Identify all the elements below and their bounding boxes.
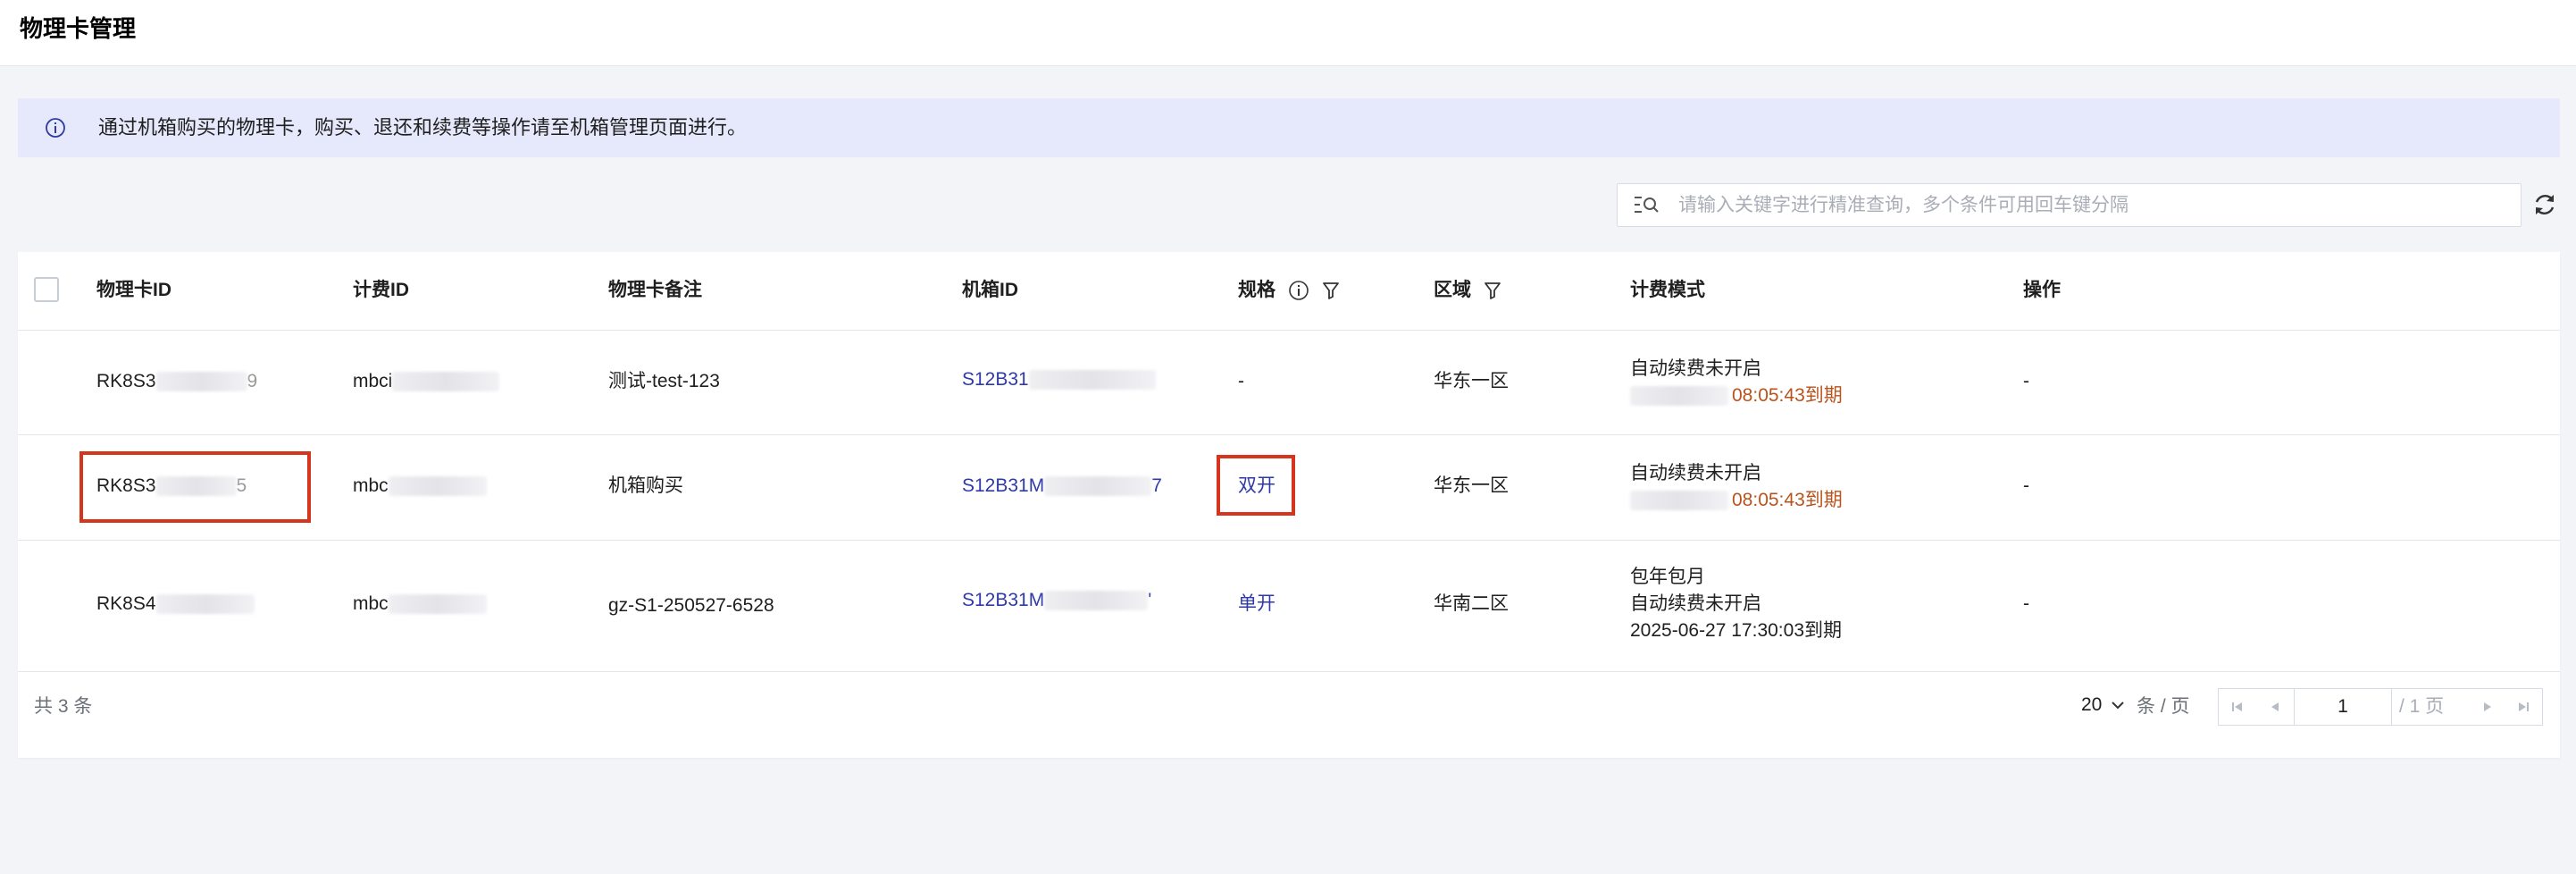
redacted-mask xyxy=(388,476,487,497)
billing-mode-line0: 包年包月 xyxy=(1630,567,1705,587)
info-icon xyxy=(46,118,65,138)
card-table: 物理卡ID 计费ID 物理卡备注 机箱ID 规格 区域 计费模式 操作 RK8S xyxy=(18,252,2560,758)
header-billing-id: 计费ID xyxy=(353,280,409,300)
search-filter-icon xyxy=(1635,197,1659,213)
card-id-tail: 9 xyxy=(247,371,258,391)
region: 华东一区 xyxy=(1434,371,1509,391)
header-action: 操作 xyxy=(2023,280,2061,300)
page-size-select[interactable]: 20 xyxy=(2081,692,2125,719)
page-size-value: 20 xyxy=(2081,694,2103,715)
last-page-icon xyxy=(2519,702,2529,711)
spec: - xyxy=(1238,371,1244,391)
redacted-mask xyxy=(155,594,255,615)
action: - xyxy=(2023,475,2029,496)
prev-page-button[interactable] xyxy=(2256,689,2294,725)
region: 华南二区 xyxy=(1434,593,1509,614)
total-count: 共 3 条 xyxy=(34,696,93,717)
next-page-icon xyxy=(2484,702,2491,711)
region: 华东一区 xyxy=(1434,475,1509,496)
redacted-mask xyxy=(1044,591,1149,611)
redacted-mask xyxy=(155,372,247,392)
billing-id-cell: mbc xyxy=(353,591,487,618)
chassis-id-tail: 7 xyxy=(1151,475,1162,496)
card-id: RK8S3 xyxy=(96,371,156,391)
highlight-box-spec xyxy=(1217,455,1295,516)
chassis-id-cell: S12B31M ' xyxy=(962,587,1151,614)
remark: 测试-test-123 xyxy=(608,371,720,391)
last-page-button[interactable] xyxy=(2505,689,2542,725)
search-box[interactable] xyxy=(1617,183,2522,227)
header-chassis-id: 机箱ID xyxy=(962,280,1018,300)
chassis-id-link[interactable]: S12B31M xyxy=(962,475,1044,496)
header-region-cell: 区域 xyxy=(1434,277,1501,304)
billing-mode-line1: 自动续费未开启 xyxy=(1630,358,1761,379)
select-all-checkbox[interactable] xyxy=(34,277,59,302)
billing-mode-line1: 自动续费未开启 xyxy=(1630,463,1761,483)
chassis-id-tail: ' xyxy=(1148,590,1152,610)
refresh-icon[interactable] xyxy=(2531,191,2558,218)
first-page-button[interactable] xyxy=(2219,689,2256,725)
table-row: RK8S3 5 mbc 机箱购买 S12B31M 7 双开 华东一区 自动续费未开启… xyxy=(18,435,2560,541)
page-title: 物理卡管理 xyxy=(20,15,137,42)
header-region: 区域 xyxy=(1434,280,1471,300)
header-spec-cell: 规格 xyxy=(1238,277,1340,304)
redacted-mask xyxy=(1028,370,1156,391)
page-number-input[interactable] xyxy=(2294,689,2392,725)
card-id: RK8S4 xyxy=(96,593,156,614)
chassis-id-cell: S12B31M 7 xyxy=(962,473,1162,500)
billing-id-cell: mbc xyxy=(353,473,487,500)
filter-icon[interactable] xyxy=(1484,281,1501,300)
header-spec: 规格 xyxy=(1238,280,1275,300)
first-page-icon xyxy=(2232,702,2242,711)
total-pages: / 1 页 xyxy=(2399,696,2445,717)
search-input[interactable] xyxy=(1678,189,2500,222)
header-remark: 物理卡备注 xyxy=(608,280,702,300)
billing-mode-line2-cell: 08:05:43到期 xyxy=(1630,382,1843,409)
card-id-cell: RK8S3 9 xyxy=(96,368,257,395)
billing-mode-line2-cell: 08:05:43到期 xyxy=(1630,487,1843,514)
action: - xyxy=(2023,593,2029,614)
filter-icon[interactable] xyxy=(1322,281,1340,300)
billing-mode-line2: 2025-06-27 17:30:03到期 xyxy=(1630,620,1842,641)
card-id-cell: RK8S4 xyxy=(96,591,255,618)
billing-id: mbci xyxy=(353,371,393,391)
table-header-row: 物理卡ID 计费ID 物理卡备注 机箱ID 规格 区域 计费模式 操作 xyxy=(18,252,2560,331)
redacted-mask xyxy=(392,372,500,392)
highlight-box-card-id xyxy=(79,451,311,523)
redacted-mask xyxy=(1630,386,1728,407)
billing-id-cell: mbci xyxy=(353,368,500,395)
expire-time: 08:05:43到期 xyxy=(1732,385,1843,406)
redacted-mask xyxy=(1044,476,1152,497)
redacted-mask xyxy=(1630,491,1728,511)
notice-text: 通过机箱购买的物理卡，购买、退还和续费等操作请至机箱管理页面进行。 xyxy=(98,116,748,139)
page-header: 物理卡管理 xyxy=(0,0,2576,66)
chassis-id-link[interactable]: S12B31 xyxy=(962,369,1029,390)
billing-id: mbc xyxy=(353,475,389,496)
billing-mode-line1: 自动续费未开启 xyxy=(1630,593,1761,614)
chassis-id-cell: S12B31 xyxy=(962,366,1156,393)
page-size-unit: 条 / 页 xyxy=(2137,696,2190,717)
notice-banner: 通过机箱购买的物理卡，购买、退还和续费等操作请至机箱管理页面进行。 xyxy=(18,98,2560,157)
table-row: RK8S3 9 mbci 测试-test-123 S12B31 - 华东一区 自动… xyxy=(18,331,2560,435)
remark: 机箱购买 xyxy=(608,475,683,496)
prev-page-icon xyxy=(2271,702,2279,711)
table-row: RK8S4 mbc gz-S1-250527-6528 S12B31M ' 单开 … xyxy=(18,541,2560,672)
spec-link[interactable]: 单开 xyxy=(1238,591,1275,618)
chevron-down-icon xyxy=(2112,702,2124,710)
header-card-id: 物理卡ID xyxy=(96,280,171,300)
chassis-id-link[interactable]: S12B31M xyxy=(962,590,1044,610)
remark: gz-S1-250527-6528 xyxy=(608,595,774,616)
redacted-mask xyxy=(388,594,487,615)
info-icon[interactable] xyxy=(1288,280,1309,301)
header-billing-mode: 计费模式 xyxy=(1630,280,1705,300)
next-page-button[interactable] xyxy=(2469,689,2506,725)
action: - xyxy=(2023,371,2029,391)
expire-time: 08:05:43到期 xyxy=(1732,490,1843,510)
pagination: / 1 页 xyxy=(2218,688,2543,726)
billing-id: mbc xyxy=(353,593,389,614)
